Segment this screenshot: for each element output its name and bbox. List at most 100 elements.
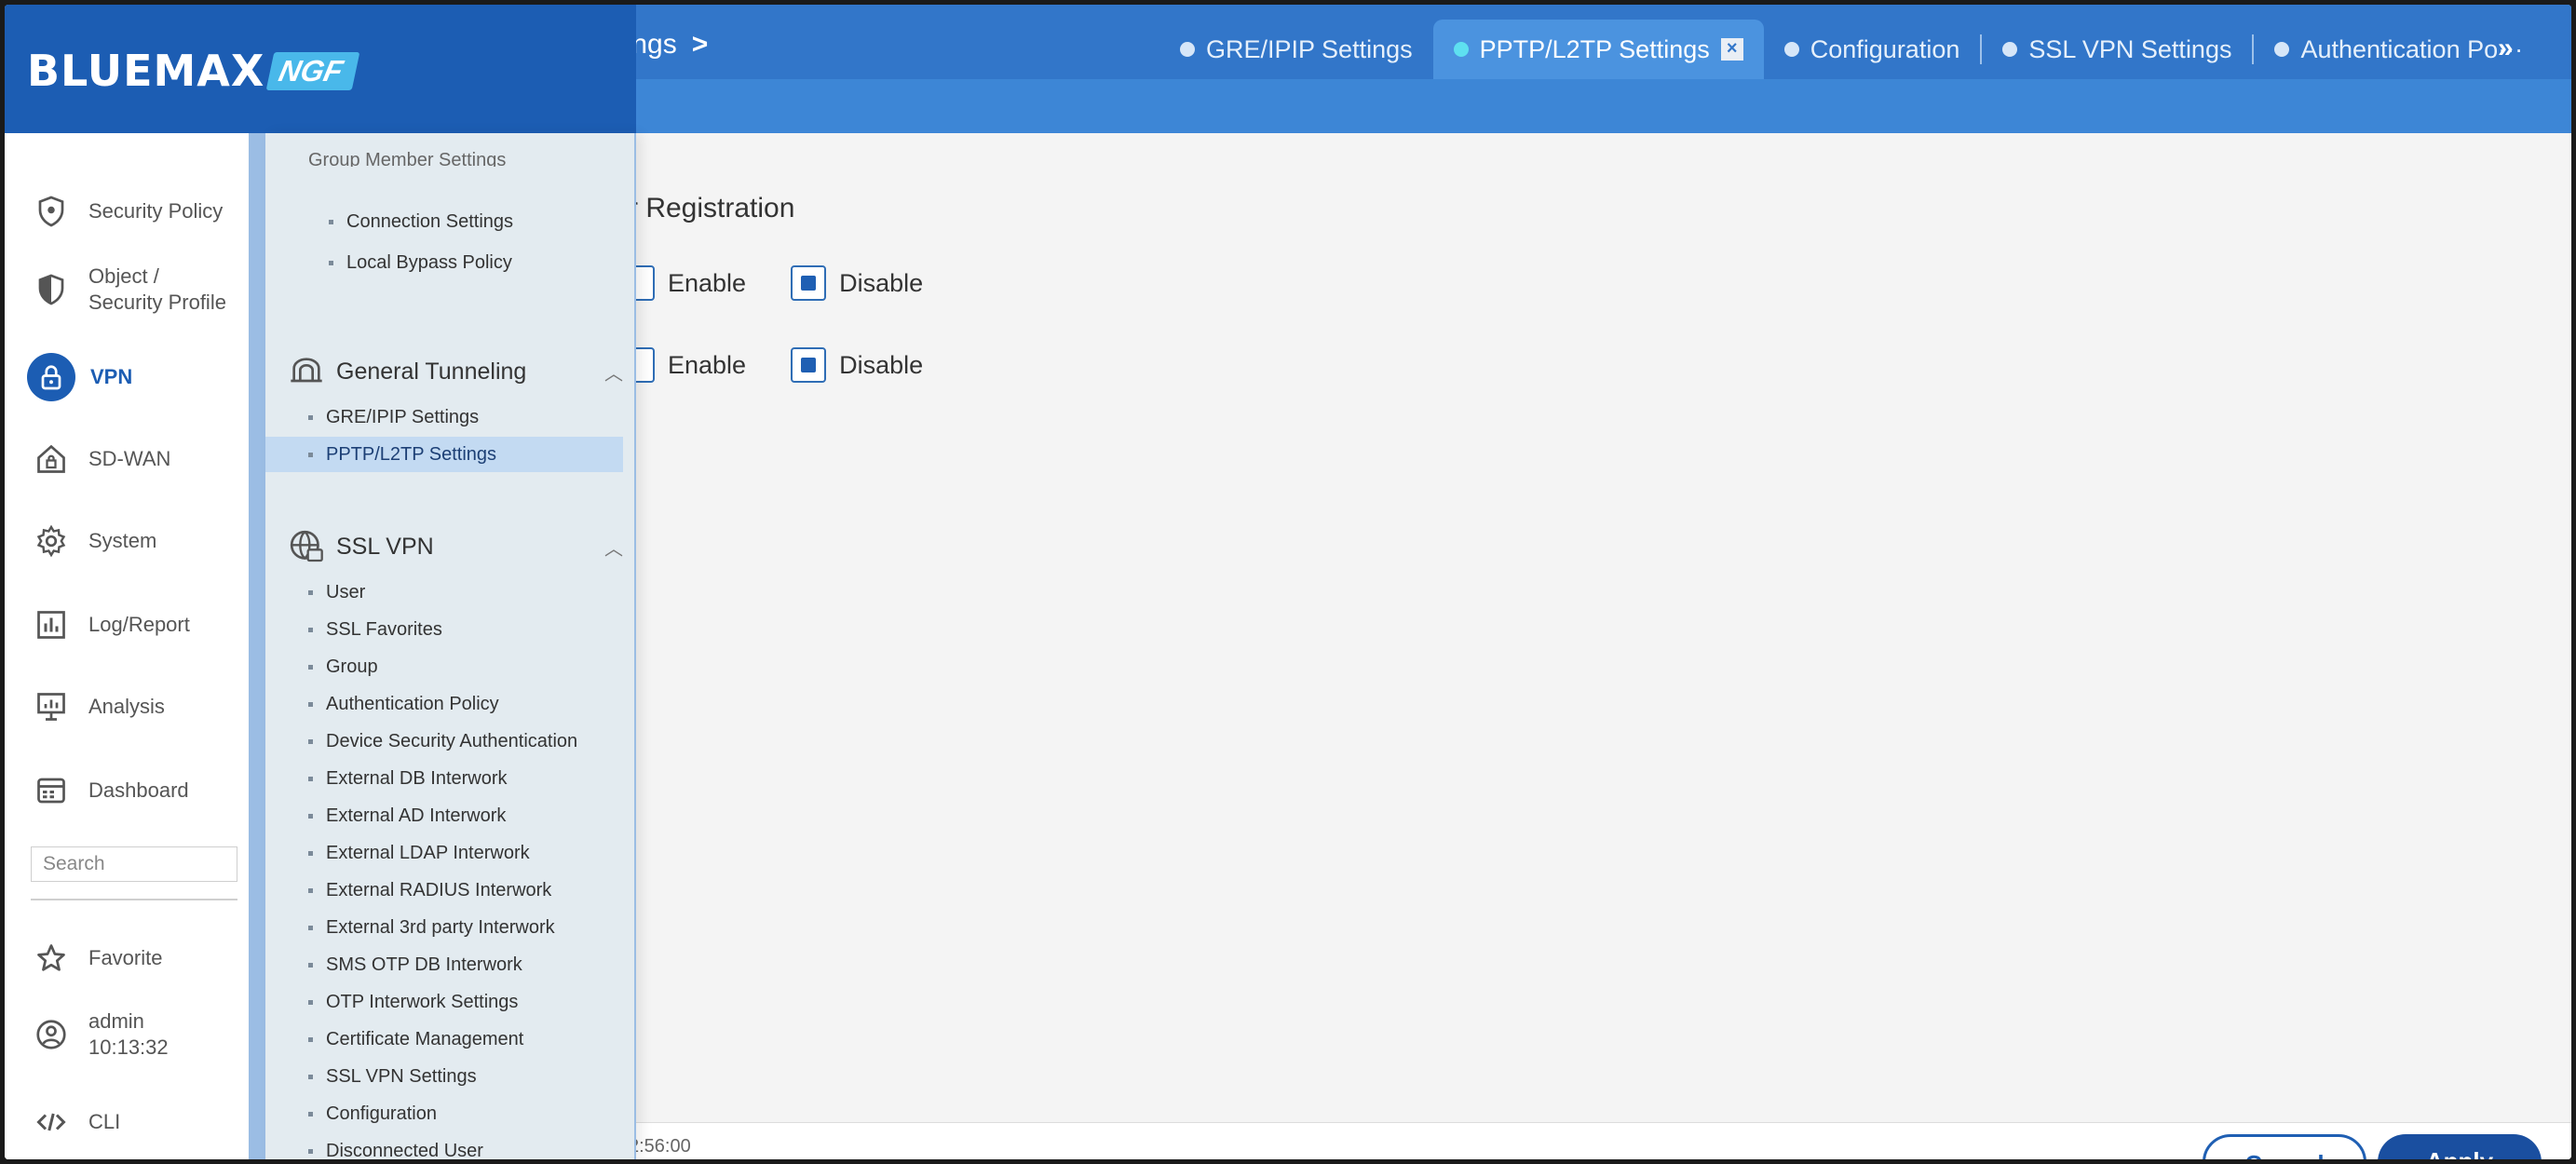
menu-item-external-db-interwork[interactable]: External DB Interwork <box>265 761 623 796</box>
tab-pptp-l2tp-settings[interactable]: PPTP/L2TP Settings × <box>1432 20 1764 79</box>
menu-label: Authentication Policy <box>326 693 499 714</box>
user-name: admin <box>88 1009 144 1033</box>
dot-icon <box>2002 42 2018 57</box>
menu-label: PPTP/L2TP Settings <box>326 443 497 465</box>
menu-item-otp-interwork-settings[interactable]: OTP Interwork Settings <box>265 984 623 1020</box>
bar-chart-icon <box>29 602 74 647</box>
menu-label: User <box>326 581 366 602</box>
group-ssl-vpn[interactable]: SSL VPN ︿ <box>288 528 623 565</box>
nav-system[interactable]: System <box>29 519 156 563</box>
app-window: ttings > GRE/IPIP Settings PPTP/L2TP Set… <box>5 5 2571 1159</box>
disable-checkbox[interactable] <box>791 347 827 383</box>
enable-option[interactable]: Enable <box>619 347 746 383</box>
menu-item-ssl-vpn-settings[interactable]: SSL VPN Settings <box>265 1059 623 1094</box>
gear-icon <box>29 519 74 563</box>
menu-item-external-radius-interwork[interactable]: External RADIUS Interwork <box>265 873 623 908</box>
code-icon <box>29 1100 74 1144</box>
nav-vpn[interactable]: VPN <box>27 353 132 401</box>
menu-item-connection-settings[interactable]: Connection Settings <box>265 204 623 239</box>
nav-label: Object / Security Profile <box>88 264 226 314</box>
cancel-button[interactable]: Cancel <box>2203 1134 2366 1159</box>
menu-item-local-bypass-policy[interactable]: Local Bypass Policy <box>265 245 623 280</box>
disable-option[interactable]: Disable <box>791 265 923 301</box>
search-input[interactable]: Search <box>31 846 237 882</box>
disable-checkbox[interactable] <box>791 265 827 301</box>
menu-item-device-security-authentication[interactable]: Device Security Authentication <box>265 724 623 759</box>
menu-label: Group <box>326 656 378 677</box>
lock-icon <box>27 353 75 401</box>
dot-icon <box>1180 42 1195 57</box>
footer-time: 2:56:00 <box>629 1136 691 1157</box>
menu-item-sms-otp-db-interwork[interactable]: SMS OTP DB Interwork <box>265 947 623 982</box>
tab-gre-ipip-settings[interactable]: GRE/IPIP Settings <box>1159 20 1433 79</box>
menu-label: External DB Interwork <box>326 767 508 789</box>
dot-icon <box>1453 42 1469 57</box>
menu-item-external-ad-interwork[interactable]: External AD Interwork <box>265 798 623 833</box>
logo-wordmark: BLUEMAX <box>27 46 265 96</box>
nav-label: Dashboard <box>88 778 189 802</box>
menu-label: External 3rd party Interwork <box>326 916 555 938</box>
group-title: SSL VPN <box>336 533 434 560</box>
user-block: admin 10:13:32 <box>88 1008 169 1061</box>
menu-label: Disconnected User <box>326 1140 483 1160</box>
menu-item-pptp-l2tp-settings[interactable]: PPTP/L2TP Settings <box>265 437 623 472</box>
disable-option[interactable]: Disable <box>791 347 923 383</box>
tab-label: SSL VPN Settings <box>2028 34 2232 63</box>
menu-label: SSL Favorites <box>326 618 442 640</box>
nav-sd-wan[interactable]: SD-WAN <box>29 437 170 481</box>
menu-item-authentication-policy[interactable]: Authentication Policy <box>265 686 623 722</box>
shield-half-icon <box>29 267 74 312</box>
nav-log-report[interactable]: Log/Report <box>29 602 190 647</box>
session-time: 10:13:32 <box>88 1035 169 1059</box>
menu-item-external-3rd-party-interwork[interactable]: External 3rd party Interwork <box>265 910 623 945</box>
logo[interactable]: BLUEMAX NGF <box>27 46 360 96</box>
menu-item-gre-ipip-settings[interactable]: GRE/IPIP Settings <box>265 399 623 435</box>
logo-badge: NGF <box>266 51 360 90</box>
tab-label: Configuration <box>1810 34 1960 63</box>
enable-option[interactable]: Enable <box>619 265 746 301</box>
submenu-panel: Group Member Settings Connection Setting… <box>265 133 636 1159</box>
group-general-tunneling[interactable]: General Tunneling ︿ <box>288 353 623 390</box>
nav-label: Security Policy <box>88 199 224 223</box>
chevron-up-icon[interactable]: ︿ <box>604 534 623 561</box>
menu-label: GRE/IPIP Settings <box>326 406 480 427</box>
chevron-up-icon[interactable]: ︿ <box>604 359 623 386</box>
nav-cli[interactable]: CLI <box>29 1100 120 1144</box>
divider <box>31 899 237 900</box>
more-tabs-icon[interactable]: » <box>2498 33 2514 64</box>
nav-rail: Security Policy Object / Security Profil… <box>5 133 249 1159</box>
nav-dashboard[interactable]: Dashboard <box>29 768 189 813</box>
apply-button[interactable]: Apply <box>2378 1134 2542 1159</box>
menu-item-certificate-management[interactable]: Certificate Management <box>265 1022 623 1057</box>
menu-label: OTP Interwork Settings <box>326 991 519 1012</box>
menu-item-configuration[interactable]: Configuration <box>265 1096 623 1131</box>
close-icon[interactable]: × <box>1720 38 1743 61</box>
menu-item-external-ldap-interwork[interactable]: External LDAP Interwork <box>265 835 623 871</box>
menu-label: Local Bypass Policy <box>346 251 512 273</box>
menu-item-disconnected-user[interactable]: Disconnected User <box>265 1133 623 1160</box>
nav-security-policy[interactable]: Security Policy <box>29 189 223 234</box>
tab-configuration[interactable]: Configuration <box>1764 20 1981 79</box>
menu-label: SSL VPN Settings <box>326 1065 477 1087</box>
user-info[interactable]: admin 10:13:32 <box>29 1008 169 1061</box>
menu-label: Certificate Management <box>326 1028 524 1049</box>
tab-ssl-vpn-settings[interactable]: SSL VPN Settings <box>1982 20 2252 79</box>
tab-label: PPTP/L2TP Settings <box>1479 34 1710 63</box>
menu-label: Connection Settings <box>346 210 514 232</box>
section-title: r Registration <box>629 193 795 223</box>
menu-label: Device Security Authentication <box>326 730 578 751</box>
tunnel-icon <box>291 358 322 383</box>
menu-item-group[interactable]: Group <box>265 649 623 684</box>
nav-label: SD-WAN <box>88 447 171 470</box>
nav-object-security-profile[interactable]: Object / Security Profile <box>29 264 226 316</box>
nav-favorite[interactable]: Favorite <box>29 936 162 981</box>
star-icon <box>29 936 74 981</box>
globe-icon <box>290 530 323 562</box>
disable-label: Disable <box>839 350 924 379</box>
nav-analysis[interactable]: Analysis <box>29 684 165 729</box>
group-title: General Tunneling <box>336 358 527 385</box>
menu-item-user[interactable]: User <box>265 575 623 610</box>
option-row-1: Enable Disable <box>619 265 968 301</box>
clipped-menu-item[interactable]: Group Member Settings <box>308 150 506 167</box>
menu-item-ssl-favorites[interactable]: SSL Favorites <box>265 612 623 647</box>
